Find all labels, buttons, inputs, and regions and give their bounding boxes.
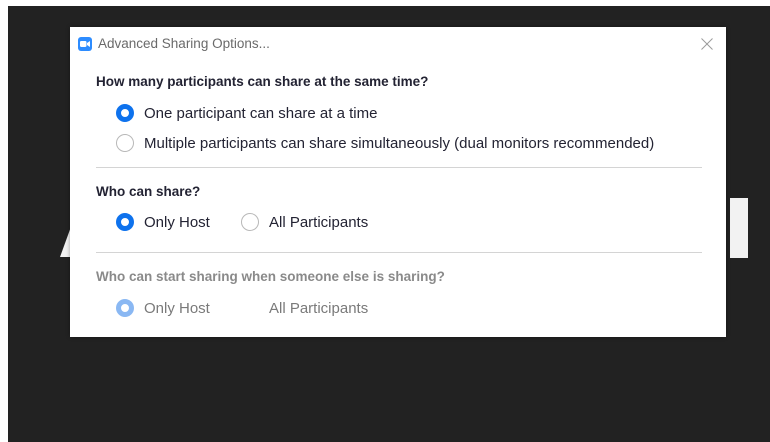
radio-start-sharing-all-participants[interactable]: All Participants: [241, 299, 368, 317]
radio-button-unselected[interactable]: [241, 213, 259, 231]
radio-all-participants[interactable]: All Participants: [241, 213, 368, 231]
background-shape-right: [730, 198, 748, 258]
radio-start-sharing-only-host[interactable]: Only Host: [116, 299, 210, 317]
radio-label: All Participants: [269, 213, 369, 231]
radio-button-selected[interactable]: [116, 104, 134, 122]
radio-label: One participant can share at a time: [144, 104, 378, 122]
radio-button-selected-disabled[interactable]: [116, 299, 134, 317]
radio-label: Multiple participants can share simultan…: [144, 134, 655, 152]
radio-only-host[interactable]: Only Host: [116, 213, 210, 231]
radio-label: All Participants: [269, 299, 369, 317]
dialog-title: Advanced Sharing Options...: [98, 36, 270, 51]
close-icon: [701, 38, 713, 50]
radio-label: Only Host: [144, 213, 210, 231]
radio-button-hidden[interactable]: [241, 299, 259, 317]
dialog-titlebar: Advanced Sharing Options...: [70, 27, 726, 61]
radio-button-selected[interactable]: [116, 213, 134, 231]
section-divider: [96, 167, 702, 168]
section-divider: [96, 252, 702, 253]
radio-multiple-participants[interactable]: Multiple participants can share simultan…: [116, 134, 654, 152]
section-heading-share-count: How many participants can share at the s…: [96, 74, 429, 89]
radio-button-unselected[interactable]: [116, 134, 134, 152]
section-heading-start-sharing: Who can start sharing when someone else …: [96, 269, 445, 284]
section-heading-who-can-share: Who can share?: [96, 184, 201, 199]
radio-one-participant[interactable]: One participant can share at a time: [116, 104, 377, 122]
close-button[interactable]: [696, 33, 718, 55]
radio-label: Only Host: [144, 299, 210, 317]
zoom-app-icon: [78, 37, 92, 51]
advanced-sharing-options-dialog: Advanced Sharing Options... How many par…: [70, 27, 726, 337]
